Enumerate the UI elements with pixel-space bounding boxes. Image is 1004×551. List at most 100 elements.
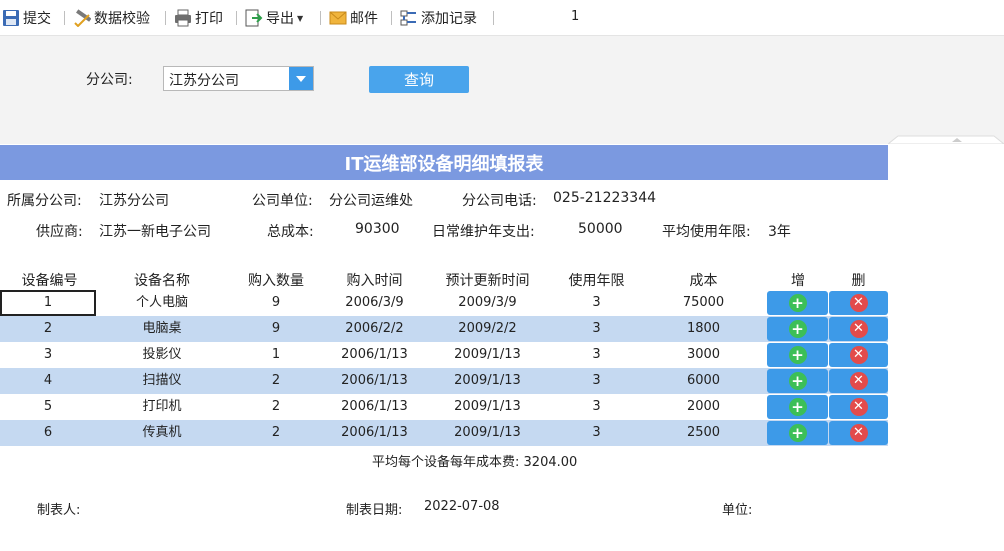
cell-id[interactable]: 6 xyxy=(0,420,96,446)
cell-qty[interactable]: 2 xyxy=(225,394,327,420)
cell-years[interactable]: 3 xyxy=(553,368,640,394)
cell-id[interactable]: 4 xyxy=(0,368,96,394)
add-row-button[interactable]: + xyxy=(767,369,828,393)
col-header-id: 设备编号 xyxy=(21,273,78,289)
data-validate-button[interactable]: 数据校验 xyxy=(73,7,150,29)
cell-years[interactable]: 3 xyxy=(553,420,640,446)
chevron-down-icon[interactable]: ▼ xyxy=(297,14,303,23)
cell-id[interactable]: 2 xyxy=(0,316,96,342)
supplier-value: 江苏一新电子公司 xyxy=(99,224,211,240)
col-header-buy-date: 购入时间 xyxy=(346,273,403,289)
cell-id[interactable]: 5 xyxy=(0,394,96,420)
cell-name[interactable]: 传真机 xyxy=(99,420,225,446)
add-record-button[interactable]: 添加记录 xyxy=(400,7,477,29)
close-icon: ✕ xyxy=(849,424,868,442)
close-icon: ✕ xyxy=(849,320,868,338)
delete-row-button[interactable]: ✕ xyxy=(829,421,888,445)
plus-icon: + xyxy=(788,372,807,390)
add-row-button[interactable]: + xyxy=(767,317,828,341)
avg-cost-value: 3204.00 xyxy=(523,455,578,470)
cell-name[interactable]: 扫描仪 xyxy=(99,368,225,394)
cell-buy-date[interactable]: 2006/1/13 xyxy=(327,420,422,446)
date-label: 制表日期: xyxy=(346,503,403,518)
col-header-add: 增 xyxy=(791,273,805,289)
toolbar-separator xyxy=(165,11,166,25)
export-button[interactable]: 导出 ▼ xyxy=(245,7,303,29)
cell-years[interactable]: 3 xyxy=(553,316,640,342)
add-row-button[interactable]: + xyxy=(767,291,828,315)
delete-row-button[interactable]: ✕ xyxy=(829,317,888,341)
cell-cost[interactable]: 1800 xyxy=(640,316,767,342)
cell-buy-date[interactable]: 2006/3/9 xyxy=(327,290,422,316)
print-button[interactable]: 打印 xyxy=(174,7,223,29)
table-row: 4 扫描仪 2 2006/1/13 2009/1/13 3 6000 + ✕ xyxy=(0,368,888,394)
cell-buy-date[interactable]: 2006/1/13 xyxy=(327,368,422,394)
unit-footer-label: 单位: xyxy=(722,503,753,518)
submit-button[interactable]: 提交 xyxy=(2,7,51,29)
cell-cost[interactable]: 75000 xyxy=(640,290,767,316)
branch-filter-label: 分公司: xyxy=(86,72,133,88)
avg-cost-label: 平均每个设备每年成本费: xyxy=(372,455,520,470)
avg-cost-summary: 平均每个设备每年成本费: 3204.00 xyxy=(372,451,577,470)
cell-id[interactable]: 1 xyxy=(0,290,96,316)
cell-cost[interactable]: 2500 xyxy=(640,420,767,446)
supplier-label: 供应商: xyxy=(36,224,83,240)
cell-qty[interactable]: 9 xyxy=(225,290,327,316)
cell-qty[interactable]: 2 xyxy=(225,420,327,446)
col-header-name: 设备名称 xyxy=(134,273,190,289)
cell-update-date[interactable]: 2009/1/13 xyxy=(422,342,553,368)
cell-years[interactable]: 3 xyxy=(553,290,640,316)
delete-row-button[interactable]: ✕ xyxy=(829,291,888,315)
cell-update-date[interactable]: 2009/1/13 xyxy=(422,368,553,394)
table-row: 6 传真机 2 2006/1/13 2009/1/13 3 2500 + ✕ xyxy=(0,420,888,446)
add-row-button[interactable]: + xyxy=(767,395,828,419)
validate-icon xyxy=(73,9,92,28)
add-row-button[interactable]: + xyxy=(767,343,828,367)
table-row: 5 打印机 2 2006/1/13 2009/1/13 3 2000 + ✕ xyxy=(0,394,888,420)
toolbar: 提交 数据校验 打印 导出 ▼ 邮件 添加记录 1 xyxy=(0,0,1004,36)
cell-qty[interactable]: 1 xyxy=(225,342,327,368)
total-cost-value: 90300 xyxy=(355,221,400,237)
plus-icon: + xyxy=(788,398,807,416)
unit-info-label: 公司单位: xyxy=(252,193,313,209)
plus-icon: + xyxy=(788,346,807,364)
avg-years-label: 平均使用年限: xyxy=(662,224,751,240)
scroll-indicator[interactable] xyxy=(888,134,1004,144)
cell-qty[interactable]: 2 xyxy=(225,368,327,394)
close-icon: ✕ xyxy=(849,372,868,390)
delete-row-button[interactable]: ✕ xyxy=(829,343,888,367)
add-row-button[interactable]: + xyxy=(767,421,828,445)
cell-name[interactable]: 个人电脑 xyxy=(99,290,225,316)
delete-row-button[interactable]: ✕ xyxy=(829,395,888,419)
cell-update-date[interactable]: 2009/1/13 xyxy=(422,394,553,420)
cell-cost[interactable]: 2000 xyxy=(640,394,767,420)
cell-name[interactable]: 打印机 xyxy=(99,394,225,420)
cell-buy-date[interactable]: 2006/2/2 xyxy=(327,316,422,342)
toolbar-separator xyxy=(236,11,237,25)
chevron-down-icon[interactable] xyxy=(289,67,313,90)
cell-cost[interactable]: 3000 xyxy=(640,342,767,368)
cell-cost[interactable]: 6000 xyxy=(640,368,767,394)
branch-select[interactable]: 江苏分公司 xyxy=(163,66,314,91)
col-header-cost: 成本 xyxy=(689,273,718,289)
query-button[interactable]: 查询 xyxy=(369,66,469,93)
cell-years[interactable]: 3 xyxy=(553,394,640,420)
table-row: 2 电脑桌 9 2006/2/2 2009/2/2 3 1800 + ✕ xyxy=(0,316,888,342)
cell-qty[interactable]: 9 xyxy=(225,316,327,342)
delete-row-button[interactable]: ✕ xyxy=(829,369,888,393)
printer-icon xyxy=(174,9,192,27)
cell-buy-date[interactable]: 2006/1/13 xyxy=(327,394,422,420)
toolbar-separator xyxy=(391,11,392,25)
cell-years[interactable]: 3 xyxy=(553,342,640,368)
cell-update-date[interactable]: 2009/2/2 xyxy=(422,316,553,342)
cell-update-date[interactable]: 2009/1/13 xyxy=(422,420,553,446)
close-icon: ✕ xyxy=(849,346,868,364)
cell-update-date[interactable]: 2009/3/9 xyxy=(422,290,553,316)
cell-name[interactable]: 电脑桌 xyxy=(99,316,225,342)
table-row: 3 投影仪 1 2006/1/13 2009/1/13 3 3000 + ✕ xyxy=(0,342,888,368)
cell-name[interactable]: 投影仪 xyxy=(99,342,225,368)
avg-years-value: 3年 xyxy=(768,224,791,240)
cell-buy-date[interactable]: 2006/1/13 xyxy=(327,342,422,368)
cell-id[interactable]: 3 xyxy=(0,342,96,368)
mail-button[interactable]: 邮件 xyxy=(329,7,378,29)
